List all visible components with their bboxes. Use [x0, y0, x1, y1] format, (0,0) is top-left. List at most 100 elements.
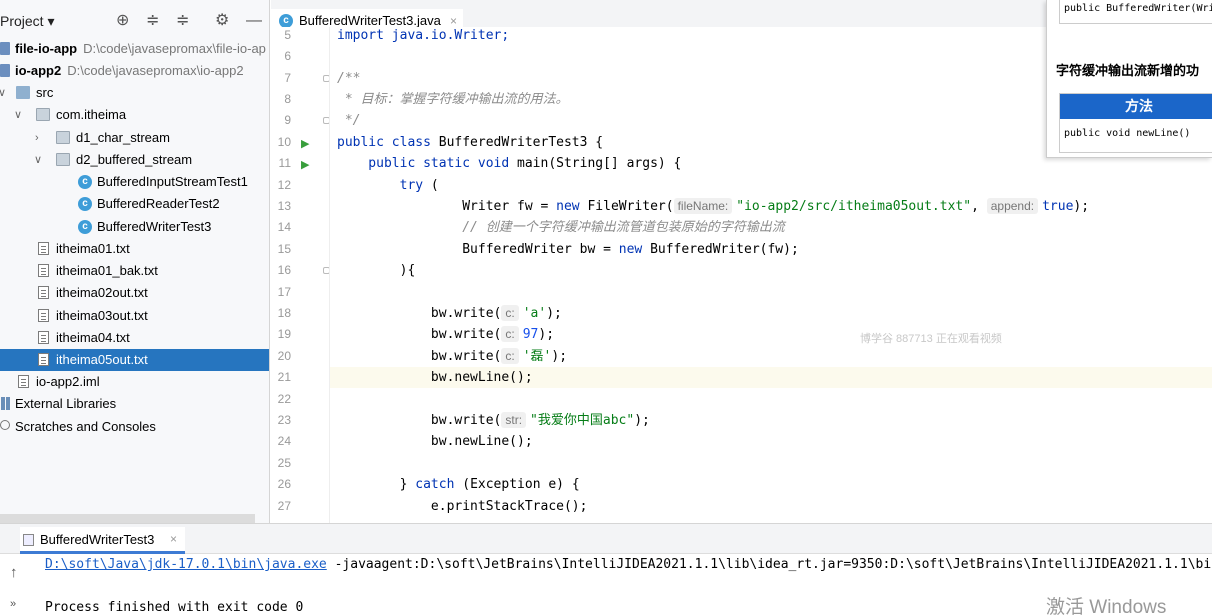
tree-item-label: BufferedInputStreamTest1 — [97, 174, 248, 189]
package-icon — [36, 108, 50, 121]
tree-item-file-io-app[interactable]: file-io-app D:\code\javasepromax\file-io-… — [0, 38, 269, 60]
module-folder-icon — [0, 64, 10, 77]
text-file-icon — [38, 286, 49, 299]
text-file-icon — [38, 242, 49, 255]
line-number: 19 — [277, 327, 291, 341]
chevron-down-icon[interactable]: ∨ — [14, 104, 22, 126]
line-number: 24 — [277, 434, 291, 448]
arrow-up-icon[interactable]: ↑ — [10, 564, 18, 581]
tree-item-d1-char-stream[interactable]: › d1_char_stream — [0, 127, 269, 149]
tree-item-label: d2_buffered_stream — [76, 152, 193, 167]
horizontal-scrollbar[interactable] — [0, 514, 255, 523]
param-hint: str: — [501, 412, 527, 428]
run-command-line: D:\soft\Java\jdk-17.0.1\bin\java.exe -ja… — [45, 557, 1212, 572]
tree-item-scratches[interactable]: Scratches and Consoles — [0, 416, 269, 438]
java-class-icon: c — [78, 220, 92, 234]
code-line: bw.newLine(); — [337, 434, 533, 449]
line-number: 26 — [277, 477, 291, 491]
run-class-icon[interactable]: ▶ — [301, 137, 309, 150]
run-tab-label: BufferedWriterTest3 — [40, 532, 155, 547]
text-file-icon — [38, 264, 49, 277]
tree-item-buffered-reader-test2[interactable]: c BufferedReaderTest2 — [0, 193, 269, 215]
line-number: 6 — [284, 49, 291, 63]
tree-item-buffered-writer-test3[interactable]: c BufferedWriterTest3 — [0, 216, 269, 238]
doc-code-snippet: public BufferedWriter(Writ — [1059, 0, 1212, 24]
tree-item-label: itheima04.txt — [56, 330, 130, 345]
tree-item-src[interactable]: ∨ src — [0, 82, 269, 104]
tree-item-label: src — [36, 85, 54, 100]
package-icon — [56, 153, 70, 166]
chevron-down-icon[interactable]: ∨ — [34, 149, 42, 171]
tree-item-label: itheima03out.txt — [56, 308, 148, 323]
tree-item-label: io-app2.iml — [36, 374, 100, 389]
tree-item-itheima01-bak[interactable]: itheima01_bak.txt — [0, 260, 269, 282]
tree-item-io-app2[interactable]: io-app2 D:\code\javasepromax\io-app2 — [0, 60, 269, 82]
tree-item-label: BufferedWriterTest3 — [97, 219, 212, 234]
tree-item-d2-buffered-stream[interactable]: ∨ d2_buffered_stream — [0, 149, 269, 171]
param-hint: append: — [986, 198, 1039, 214]
tree-item-io-app2-iml[interactable]: io-app2.iml — [0, 371, 269, 393]
scratches-icon — [0, 420, 10, 430]
package-icon — [56, 131, 70, 144]
code-line: public class BufferedWriterTest3 { — [337, 135, 604, 150]
run-side-toolbar: ↑ » — [0, 554, 30, 616]
code-line: try ( — [337, 178, 439, 193]
code-line: BufferedWriter bw = new BufferedWriter(f… — [337, 242, 799, 257]
editor-gutter: 5 6 7 8 9 10 11 12 13 14 15 16 17 18 19 … — [271, 27, 330, 523]
tree-item-label: External Libraries — [15, 396, 117, 411]
run-main-icon[interactable]: ▶ — [301, 158, 309, 171]
locate-icon[interactable]: ⊕ — [116, 12, 129, 30]
java-exe-link[interactable]: D:\soft\Java\jdk-17.0.1\bin\java.exe — [45, 557, 327, 572]
tree-item-itheima04[interactable]: itheima04.txt — [0, 327, 269, 349]
module-folder-icon — [0, 42, 10, 55]
tree-item-label: itheima01_bak.txt — [56, 263, 158, 278]
close-icon[interactable]: × — [170, 527, 177, 552]
code-line: */ — [337, 113, 361, 128]
line-number: 20 — [277, 349, 291, 363]
tree-item-label: itheima02out.txt — [56, 285, 148, 300]
tree-item-external-libraries[interactable]: External Libraries — [0, 393, 269, 415]
text-file-icon — [38, 353, 49, 366]
tree-item-com-itheima[interactable]: ∨ com.itheima — [0, 104, 269, 126]
project-view-selector[interactable]: Project ▾ — [0, 13, 55, 30]
param-hint: fileName: — [673, 198, 733, 214]
line-number: 15 — [277, 242, 291, 256]
run-panel: BufferedWriterTest3 × ↑ » D:\soft\Java\j… — [0, 523, 1212, 616]
code-line: /** — [337, 71, 361, 86]
source-folder-icon — [16, 86, 30, 99]
code-line: bw.write(c: 97); — [337, 326, 555, 342]
collapse-all-icon[interactable]: ≑ — [176, 12, 189, 30]
run-tab-bar: BufferedWriterTest3 × — [0, 524, 1212, 554]
tree-item-itheima02out[interactable]: itheima02out.txt — [0, 282, 269, 304]
doc-table: 方法 public void newLine() — [1059, 93, 1212, 153]
expand-all-icon[interactable]: ≑ — [146, 12, 159, 30]
code-line: ){ — [337, 263, 416, 278]
tree-item-label: com.itheima — [56, 107, 127, 122]
java-class-icon: c — [78, 175, 92, 189]
line-number: 27 — [277, 499, 291, 513]
run-config-icon — [23, 534, 34, 546]
tab-run-buffered-writer-test3[interactable]: BufferedWriterTest3 × — [20, 527, 185, 554]
line-number: 16 — [277, 263, 291, 277]
run-exit-status: Process finished with exit code 0 — [45, 600, 304, 615]
param-hint: c: — [501, 348, 519, 364]
doc-heading: 字符缓冲输出流新增的功 — [1056, 63, 1200, 78]
gear-icon[interactable]: ⚙ — [215, 12, 229, 30]
minimize-icon[interactable]: — — [246, 12, 262, 30]
tree-item-label: itheima05out.txt — [56, 352, 148, 367]
tree-item-itheima03out[interactable]: itheima03out.txt — [0, 305, 269, 327]
chevron-right-icon[interactable]: › — [35, 127, 39, 149]
line-number: 13 — [277, 199, 291, 213]
chevron-down-icon[interactable]: ∨ — [0, 82, 6, 104]
tree-item-buffered-input-stream-test1[interactable]: c BufferedInputStreamTest1 — [0, 171, 269, 193]
tree-item-label: BufferedReaderTest2 — [97, 196, 220, 211]
tree-item-itheima05out[interactable]: itheima05out.txt — [0, 349, 269, 371]
line-number: 10 — [277, 135, 291, 149]
more-icon[interactable]: » — [10, 598, 16, 610]
line-number: 21 — [277, 370, 291, 384]
windows-activation-watermark: 激活 Windows — [1046, 597, 1167, 616]
current-code-line: bw.newLine(); — [330, 367, 1212, 388]
code-line: bw.write(c:'a'); — [337, 305, 562, 321]
tree-item-itheima01[interactable]: itheima01.txt — [0, 238, 269, 260]
line-number: 9 — [284, 113, 291, 127]
